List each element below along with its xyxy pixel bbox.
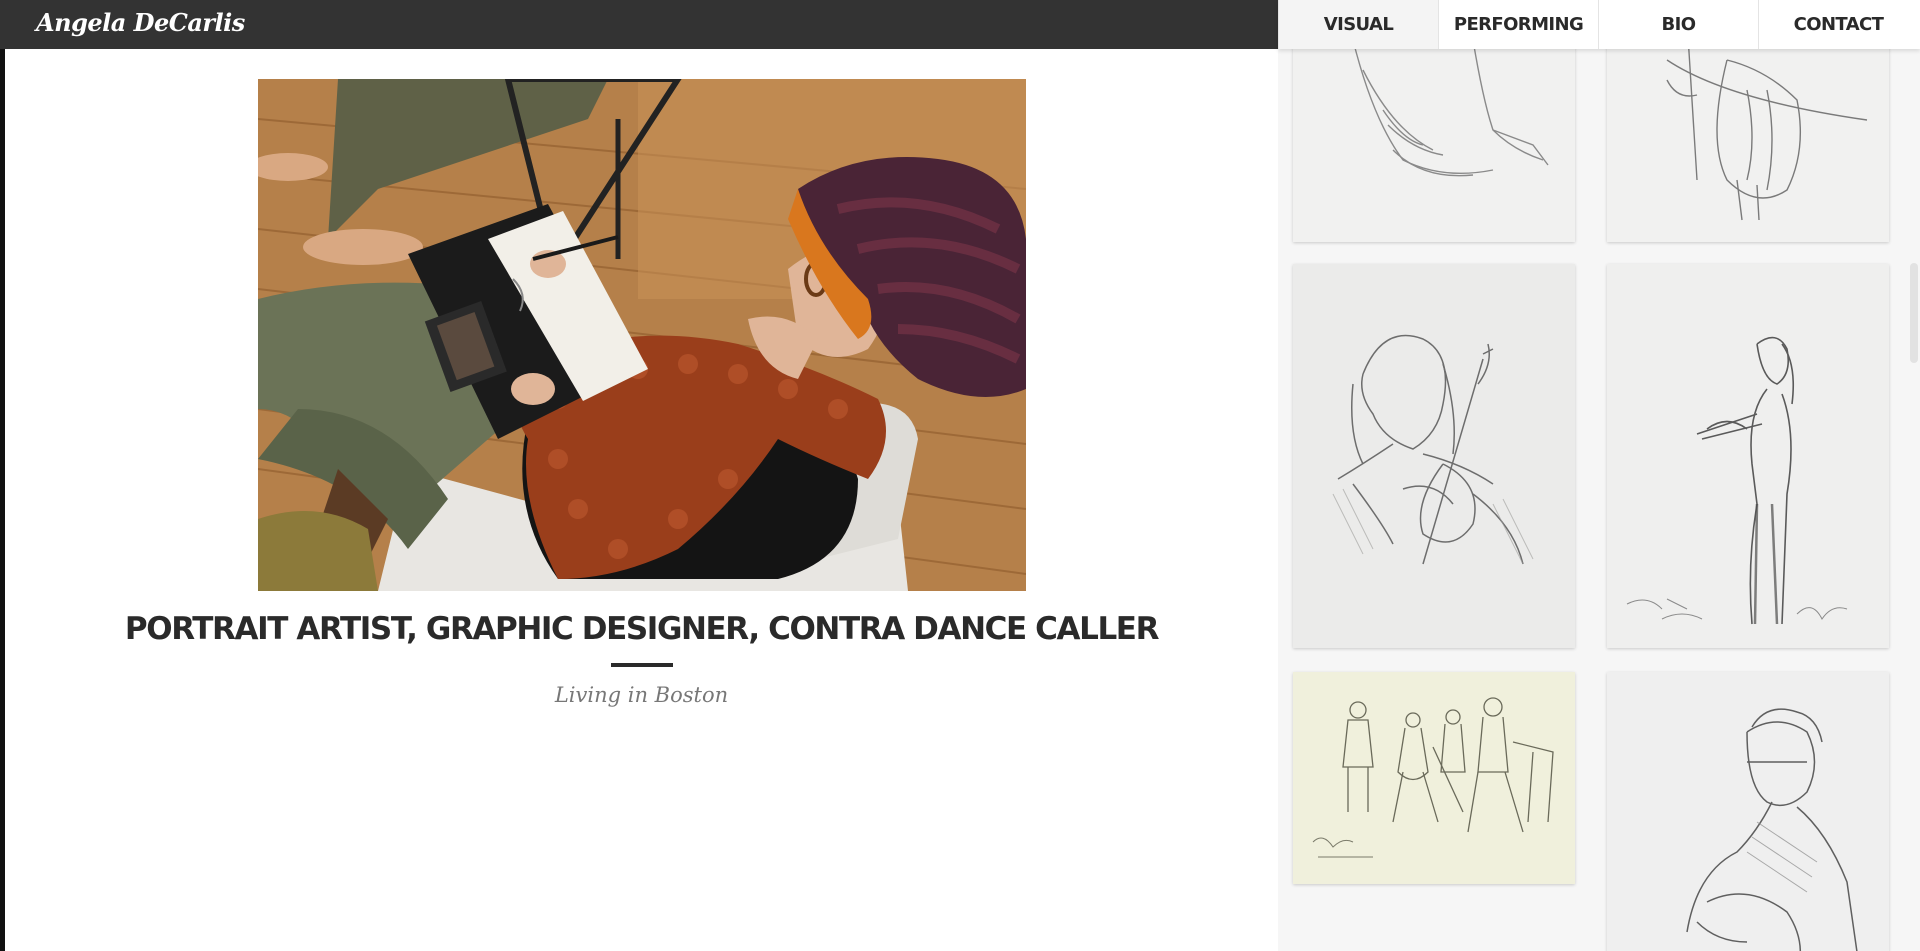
pencil-sketch-thumbnail: [1293, 264, 1575, 648]
hero-subtitle: Living in Boston: [554, 683, 729, 707]
site-logo[interactable]: Angela DeCarlis: [36, 8, 245, 37]
gallery-thumbnail-5[interactable]: [1293, 672, 1575, 884]
gallery-thumbnail-3[interactable]: [1293, 264, 1575, 648]
artist-sketching-photo: [258, 79, 1026, 591]
pencil-sketch-thumbnail: [1607, 672, 1889, 951]
nav-item-visual[interactable]: VISUAL: [1278, 0, 1438, 49]
pencil-sketch-thumbnail: [1312, 697, 1554, 858]
page: Angela DeCarlis VISUAL PERFORMING BIO CO…: [0, 0, 1920, 951]
hero-title: PORTRAIT ARTIST, GRAPHIC DESIGNER, CONTR…: [124, 611, 1160, 647]
title-divider: [611, 663, 673, 667]
sketch-gallery: [1278, 0, 1920, 951]
nav-item-bio[interactable]: BIO: [1598, 0, 1758, 49]
gallery-thumbnail-4[interactable]: [1607, 264, 1889, 648]
gallery-scrollbar[interactable]: [1908, 0, 1920, 951]
nav-item-contact[interactable]: CONTACT: [1758, 0, 1918, 49]
hero-section: PORTRAIT ARTIST, GRAPHIC DESIGNER, CONTR…: [5, 49, 1278, 951]
brand-bar: Angela DeCarlis: [0, 0, 1278, 49]
gallery-thumbnail-6[interactable]: [1607, 672, 1889, 951]
nav-item-performing[interactable]: PERFORMING: [1438, 0, 1598, 49]
pencil-sketch-thumbnail: [1607, 264, 1889, 648]
main-nav: VISUAL PERFORMING BIO CONTACT: [1278, 0, 1920, 49]
scrollbar-thumb[interactable]: [1910, 263, 1918, 363]
